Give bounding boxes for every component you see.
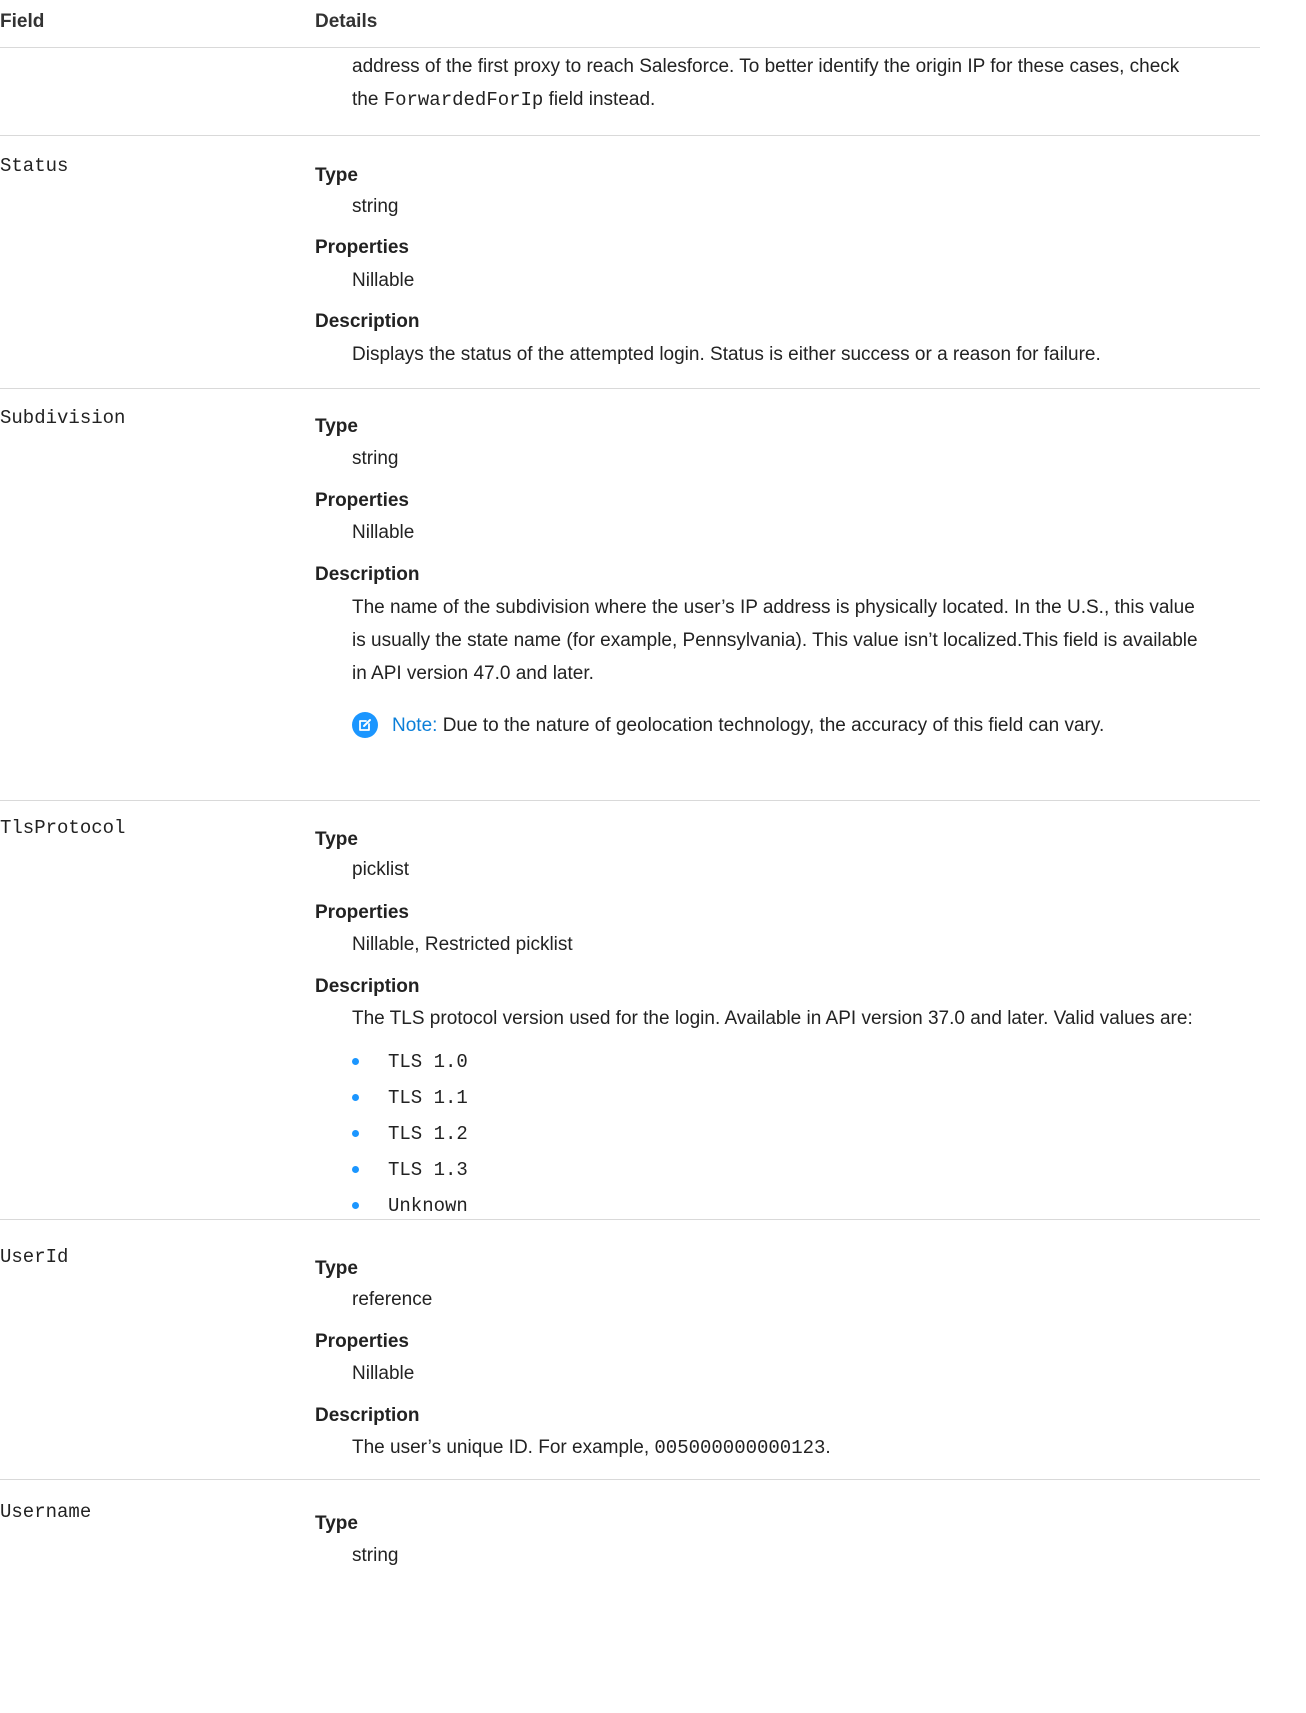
properties-value: Nillable, Restricted picklist xyxy=(352,934,573,955)
description-label: Description xyxy=(315,564,420,585)
description-label: Description xyxy=(315,1405,420,1426)
continuation-line-2-suffix: field instead. xyxy=(543,89,656,110)
properties-value: Nillable xyxy=(352,270,415,291)
table-row-subdivision: Subdivision Type string Properties Nilla… xyxy=(0,389,1260,801)
description-suffix: . xyxy=(825,1437,831,1458)
table-row-continuation: address of the first proxy to reach Sale… xyxy=(0,48,1260,136)
continuation-text: address of the first proxy to reach Sale… xyxy=(352,50,1260,117)
type-label: Type xyxy=(315,1513,358,1534)
note-text: Note: Due to the nature of geolocation t… xyxy=(392,715,1104,737)
description-prefix: The user’s unique ID. For example, xyxy=(352,1437,655,1458)
table-row-status: Status Type string Properties Nillable D… xyxy=(0,136,1260,389)
bullet-dot xyxy=(352,1058,359,1065)
header-field: Field xyxy=(0,11,45,32)
properties-label: Properties xyxy=(315,1331,409,1352)
field-name: UserId xyxy=(0,1246,69,1268)
field-name: Status xyxy=(0,155,69,177)
type-value: picklist xyxy=(352,859,410,880)
type-value: reference xyxy=(352,1289,433,1310)
properties-label: Properties xyxy=(315,490,409,511)
list-item-text: Unknown xyxy=(388,1195,468,1217)
description-value: The TLS protocol version used for the lo… xyxy=(352,1008,1193,1029)
properties-label: Properties xyxy=(315,237,409,258)
bullet-dot xyxy=(352,1166,359,1173)
type-value: string xyxy=(352,448,399,469)
type-label: Type xyxy=(315,829,358,850)
note-body: Due to the nature of geolocation technol… xyxy=(442,715,1105,736)
forwardedforip-code: ForwardedForIp xyxy=(383,89,544,111)
list-item-text: TLS 1.2 xyxy=(388,1123,468,1145)
continuation-line-1: address of the first proxy to reach Sale… xyxy=(352,56,1180,77)
description-line-1: The name of the subdivision where the us… xyxy=(352,597,1195,618)
description-label: Description xyxy=(315,311,420,332)
description-value: The user’s unique ID. For example, 00500… xyxy=(352,1437,831,1459)
properties-value: Nillable xyxy=(352,522,415,543)
example-id-code: 005000000000123 xyxy=(654,1437,826,1459)
table-row-tlsprotocol: TlsProtocol Type picklist Properties Nil… xyxy=(0,801,1260,1220)
header-details: Details xyxy=(315,11,378,32)
type-label: Type xyxy=(315,416,358,437)
properties-label: Properties xyxy=(315,902,409,923)
table-row-userid: UserId Type reference Properties Nillabl… xyxy=(0,1220,1260,1480)
bullet-dot xyxy=(352,1094,359,1101)
field-name: Username xyxy=(0,1501,92,1523)
description-label: Description xyxy=(315,976,420,997)
description-value: The name of the subdivision where the us… xyxy=(352,591,1260,690)
list-item-text: TLS 1.3 xyxy=(388,1159,468,1181)
list-item-text: TLS 1.0 xyxy=(388,1051,468,1073)
type-label: Type xyxy=(315,165,358,186)
list-item-text: TLS 1.1 xyxy=(388,1087,468,1109)
field-reference-page: Field Details address of the first proxy… xyxy=(0,0,1306,1713)
description-line-3: in API version 47.0 and later. xyxy=(352,663,594,684)
note-label: Note: xyxy=(392,715,438,736)
description-line-2: is usually the state name (for example, … xyxy=(352,630,1198,651)
properties-value: Nillable xyxy=(352,1363,415,1384)
description-value: Displays the status of the attempted log… xyxy=(352,344,1101,365)
note-edit-icon xyxy=(352,712,378,738)
type-label: Type xyxy=(315,1258,358,1279)
bullet-dot xyxy=(352,1202,359,1209)
bullet-dot xyxy=(352,1130,359,1137)
continuation-line-2-prefix: the xyxy=(352,89,384,110)
table-header: Field Details xyxy=(0,0,1260,48)
table-row-username: Username Type string xyxy=(0,1480,1260,1713)
field-name: TlsProtocol xyxy=(0,817,126,839)
type-value: string xyxy=(352,196,399,217)
field-name: Subdivision xyxy=(0,407,126,429)
type-value: string xyxy=(352,1545,399,1566)
